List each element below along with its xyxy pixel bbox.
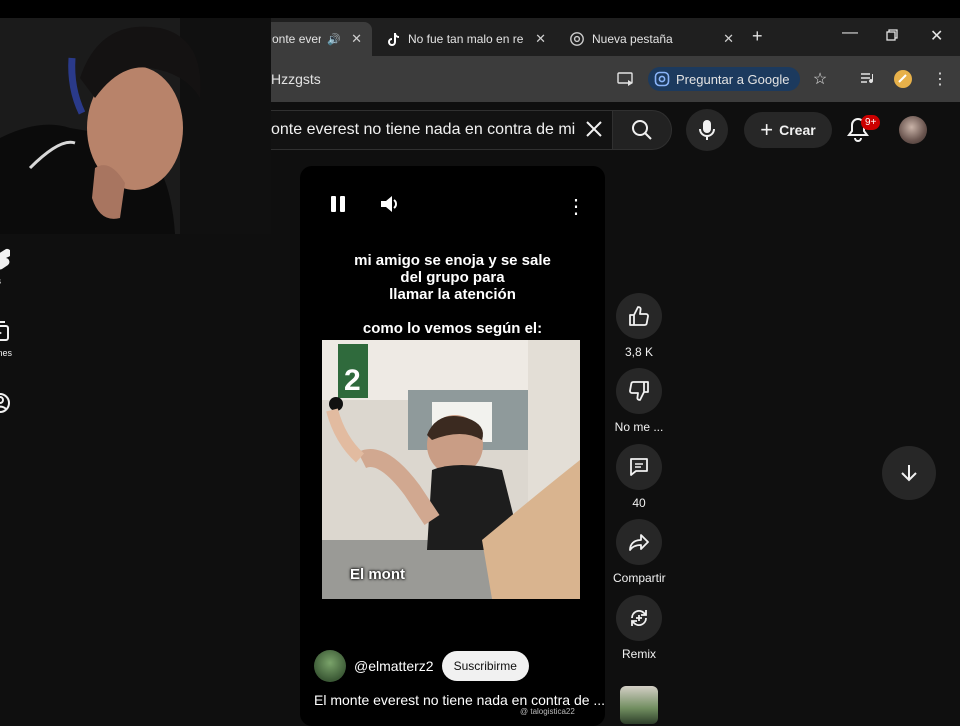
remix-icon [631, 610, 647, 626]
tab-title: No fue tan malo en re [408, 32, 524, 46]
svg-text:2: 2 [344, 364, 361, 397]
comment-icon [630, 458, 648, 476]
media-control-icon[interactable] [858, 69, 878, 89]
browser-menu-icon[interactable]: ⋮ [930, 69, 950, 89]
comments-action[interactable]: 40 [613, 444, 665, 510]
minimize-icon[interactable]: — [842, 24, 858, 42]
voice-search-button[interactable] [686, 109, 728, 151]
volume-button[interactable] [380, 194, 402, 219]
sidebar-item-shorts[interactable]: orts [0, 248, 46, 286]
tiktok-icon [386, 32, 400, 46]
search-icon [632, 120, 652, 140]
comments-count: 40 [632, 496, 646, 510]
system-top-bar [0, 0, 960, 18]
sidebar-item-label: orts [0, 276, 1, 286]
next-video-button[interactable] [882, 446, 936, 500]
subscriptions-icon [0, 320, 46, 344]
profile-extension-icon[interactable] [893, 69, 913, 89]
tab-new[interactable]: Nueva pestaña ✕ [560, 22, 744, 56]
caption-line-2: del grupo para [400, 269, 505, 286]
create-label: Crear [779, 122, 816, 138]
install-app-icon[interactable] [616, 69, 636, 89]
arrow-down-icon [901, 465, 917, 482]
tab-tiktok[interactable]: No fue tan malo en re ✕ [376, 22, 556, 56]
dislike-label: No me ... [614, 420, 664, 434]
more-options-icon[interactable]: ⋮ [566, 194, 586, 219]
video-scene-image: 2 [322, 340, 580, 599]
share-action[interactable]: Compartir [613, 519, 666, 585]
speaker-icon[interactable]: 🔊 [327, 33, 341, 46]
like-button[interactable] [616, 293, 662, 339]
clear-search-icon[interactable] [584, 119, 604, 144]
webcam-person-image [0, 18, 271, 234]
pause-button[interactable] [330, 195, 346, 218]
account-avatar[interactable] [899, 116, 927, 144]
comments-button[interactable] [616, 444, 662, 490]
close-tab-icon[interactable]: ✕ [535, 31, 546, 47]
like-action[interactable]: 3,8 K [613, 293, 665, 359]
you-icon [0, 392, 46, 416]
shorts-icon [0, 248, 46, 272]
search-input[interactable]: onte everest no tiene nada en contra de … [262, 110, 620, 150]
sidebar-item-subscriptions[interactable]: ciones [0, 320, 46, 358]
close-tab-icon[interactable]: ✕ [351, 31, 362, 47]
shorts-player[interactable]: ⋮ mi amigo se enoja y se sale del grupo … [300, 166, 605, 726]
like-count: 3,8 K [624, 345, 654, 359]
tab-title: onte evere [272, 32, 322, 46]
share-icon [629, 534, 649, 551]
caption-line-3: llamar la atención [389, 286, 516, 303]
share-label: Compartir [613, 571, 666, 585]
plus-icon: + [760, 117, 774, 142]
dislike-button[interactable] [616, 368, 662, 414]
tab-title: Nueva pestaña [592, 32, 673, 46]
close-tab-icon[interactable]: ✕ [723, 31, 734, 47]
close-window-icon[interactable]: ✕ [930, 26, 943, 46]
create-button[interactable]: + Crear [744, 112, 832, 148]
thumbs-up-icon [629, 306, 649, 326]
dislike-action[interactable]: No me ... [613, 368, 665, 434]
search-button[interactable] [612, 110, 672, 150]
bookmark-star-icon[interactable]: ☆ [810, 69, 830, 89]
url-text[interactable]: Hzzgsts [271, 71, 321, 87]
channel-name[interactable]: @elmatterz2 [354, 658, 434, 674]
notification-badge: 9+ [861, 115, 881, 130]
video-subtitle: El mont [350, 566, 405, 583]
sound-thumbnail[interactable] [620, 686, 658, 724]
tab-active[interactable]: onte evere 🔊 ✕ [262, 22, 372, 56]
remix-action[interactable]: Remix [613, 595, 665, 661]
lens-icon [654, 71, 670, 87]
caption-line-1: mi amigo se enoja y se sale [354, 252, 551, 269]
remix-label: Remix [621, 647, 656, 661]
subscribe-button[interactable]: Suscribirme [441, 651, 529, 681]
pause-icon [331, 196, 345, 212]
thumbs-down-icon [629, 381, 649, 401]
new-tab-icon[interactable]: + [752, 26, 763, 47]
short-title[interactable]: El monte everest no tiene nada en contra… [314, 692, 605, 708]
ask-google-chip[interactable]: Preguntar a Google [648, 67, 800, 91]
video-watermark: @ talogistica22 [520, 707, 575, 716]
chrome-icon [570, 32, 584, 46]
webcam-overlay [0, 18, 271, 234]
remix-button[interactable] [616, 595, 662, 641]
channel-row: @elmatterz2 Suscribirme [314, 650, 529, 682]
volume-icon [381, 196, 397, 212]
share-button[interactable] [616, 519, 662, 565]
restore-icon[interactable] [886, 28, 898, 46]
sidebar-item-you[interactable]: rú [0, 392, 46, 430]
video-frame: 2 El mont [322, 340, 580, 599]
sidebar-item-label: ciones [0, 348, 13, 358]
mic-icon [699, 120, 715, 140]
caption-subheading: como lo vemos según el: [362, 320, 543, 337]
channel-avatar[interactable] [314, 650, 346, 682]
ask-google-label: Preguntar a Google [676, 71, 790, 87]
